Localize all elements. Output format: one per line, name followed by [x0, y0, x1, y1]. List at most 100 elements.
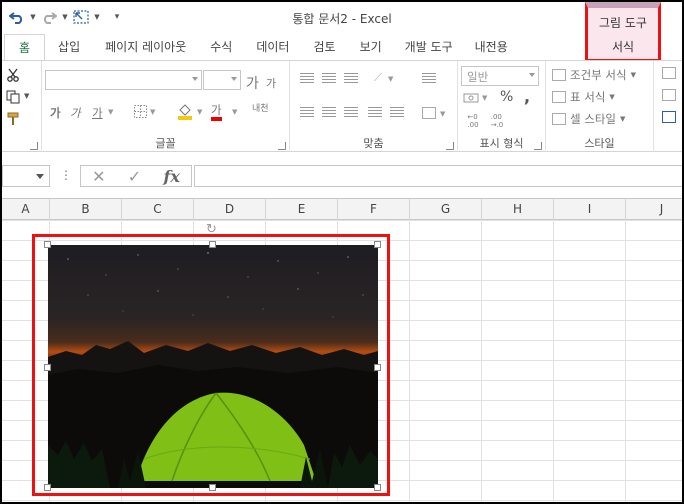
comma-button[interactable]: ,: [524, 87, 530, 106]
resize-handle-s[interactable]: [209, 484, 216, 491]
fill-color-icon[interactable]: [176, 101, 194, 121]
cell-styles-icon: [552, 113, 566, 125]
column-header-c[interactable]: C: [122, 199, 194, 220]
orientation-dropdown-icon[interactable]: ▼: [388, 75, 393, 83]
cell-styles-button[interactable]: 셀 스타일 ▼: [552, 111, 625, 127]
font-size-combo[interactable]: [203, 70, 241, 90]
resize-handle-e[interactable]: [374, 364, 381, 371]
insert-function-icon[interactable]: fx: [163, 167, 179, 186]
merge-center-icon[interactable]: [422, 107, 436, 119]
name-box[interactable]: [2, 165, 50, 187]
tab-format[interactable]: 서식: [588, 38, 658, 55]
formula-input[interactable]: [194, 165, 682, 187]
tab-home[interactable]: 홈: [4, 34, 46, 60]
enter-icon[interactable]: ✓: [128, 167, 141, 186]
percent-button[interactable]: %: [500, 89, 513, 105]
font-color-dropdown-icon[interactable]: ▼: [232, 108, 237, 116]
currency-icon[interactable]: [462, 89, 480, 107]
font-color-button[interactable]: 가: [211, 103, 222, 121]
number-launcher-icon[interactable]: [534, 142, 542, 150]
column-header-b[interactable]: B: [50, 199, 122, 220]
font-group-label: 글꼴: [155, 137, 176, 150]
resize-handle-nw[interactable]: [44, 241, 51, 248]
tab-page-layout[interactable]: 페이지 레이아웃: [93, 34, 198, 60]
resize-handle-ne[interactable]: [374, 241, 381, 248]
align-center-icon[interactable]: [322, 107, 336, 119]
grid-line: [625, 220, 626, 502]
title-bar: ▼ ▼ ▼ ▾ 통합 문서2 - Excel: [2, 2, 682, 34]
delete-cells-icon[interactable]: [662, 89, 676, 101]
borders-icon[interactable]: [132, 103, 148, 119]
top-align-icon[interactable]: [300, 73, 314, 85]
tab-insert[interactable]: 삽입: [45, 34, 93, 60]
column-header-j[interactable]: J: [626, 199, 682, 220]
format-as-table-button[interactable]: 표 서식 ▼: [552, 89, 615, 105]
alignment-launcher-icon[interactable]: [446, 142, 454, 150]
formula-buttons: ✕ ✓ fx: [80, 165, 192, 187]
font-launcher-icon[interactable]: [278, 142, 286, 150]
conditional-formatting-label: 조건부 서식: [570, 68, 627, 82]
align-left-icon[interactable]: [300, 107, 314, 119]
copy-icon[interactable]: [4, 89, 22, 105]
column-header-d[interactable]: D: [194, 199, 266, 220]
orientation-icon[interactable]: ⟋: [368, 69, 388, 87]
cancel-icon[interactable]: ✕: [92, 167, 105, 186]
column-header-a[interactable]: A: [2, 199, 50, 220]
bottom-align-icon[interactable]: [344, 73, 358, 85]
column-header-i[interactable]: I: [554, 199, 626, 220]
middle-align-icon[interactable]: [322, 73, 336, 85]
picture-tools-format-tab[interactable]: 그림 도구 서식: [585, 2, 661, 62]
borders-dropdown-icon[interactable]: ▼: [150, 108, 155, 116]
wrap-text-icon[interactable]: [422, 73, 436, 85]
copy-dropdown-icon[interactable]: ▼: [24, 92, 29, 100]
tab-view[interactable]: 보기: [348, 34, 394, 60]
styles-group: 조건부 서식 ▼ 표 서식 ▼ 셀 스타일 ▼ 스타일: [546, 61, 654, 153]
tab-review[interactable]: 검토: [301, 34, 347, 60]
column-header-h[interactable]: H: [482, 199, 554, 220]
fill-color-dropdown-icon[interactable]: ▼: [197, 108, 202, 116]
shrink-font-button[interactable]: 가: [266, 75, 276, 91]
tab-developer[interactable]: 개발 도구: [394, 34, 464, 60]
increase-decimal-icon[interactable]: ←0.00: [462, 111, 484, 131]
clipboard-launcher-icon[interactable]: [30, 142, 38, 150]
underline-dropdown-icon[interactable]: ▼: [108, 108, 113, 116]
increase-indent-icon[interactable]: [390, 107, 404, 119]
resize-handle-se[interactable]: [374, 484, 381, 491]
column-header-f[interactable]: F: [338, 199, 410, 220]
align-right-icon[interactable]: [344, 107, 358, 119]
styles-group-label: 스타일: [584, 137, 615, 150]
decrease-decimal-icon[interactable]: .00 →.0: [486, 111, 508, 131]
underline-button[interactable]: 가: [92, 105, 103, 121]
merge-dropdown-icon[interactable]: ▼: [440, 110, 445, 118]
column-header-e[interactable]: E: [266, 199, 338, 220]
font-name-combo[interactable]: [45, 70, 202, 90]
picture-selection-highlight: [32, 234, 390, 496]
chevron-down-icon: ▼: [630, 71, 636, 79]
formula-bar-splitter[interactable]: ⋮: [60, 168, 72, 182]
format-cells-icon[interactable]: [662, 111, 676, 123]
resize-handle-w[interactable]: [44, 364, 51, 371]
tab-formulas[interactable]: 수식: [198, 34, 244, 60]
currency-dropdown-icon[interactable]: ▼: [482, 94, 487, 102]
resize-handle-sw[interactable]: [44, 484, 51, 491]
tab-custom[interactable]: 내전용: [464, 34, 519, 60]
format-painter-icon[interactable]: [4, 111, 22, 127]
number-group: 일반 ▼ % , ←0.00 .00 →.0 표시 형식: [458, 61, 546, 153]
grow-font-button[interactable]: 가: [246, 73, 259, 93]
column-header-g[interactable]: G: [410, 199, 482, 220]
tab-data[interactable]: 데이터: [244, 34, 301, 60]
column-headers: A B C D E F G H I J: [2, 198, 682, 220]
formula-bar: ⋮ ✕ ✓ fx: [2, 152, 682, 198]
decrease-indent-icon[interactable]: [368, 107, 382, 119]
alignment-group-label: 맞춤: [363, 137, 384, 150]
resize-handle-n[interactable]: [209, 241, 216, 248]
insert-cells-icon[interactable]: [662, 67, 676, 79]
number-format-combo[interactable]: 일반: [461, 66, 539, 86]
bold-button[interactable]: 가: [50, 105, 61, 121]
grid-line: [409, 220, 410, 502]
italic-button[interactable]: 가: [70, 105, 81, 121]
conditional-formatting-button[interactable]: 조건부 서식 ▼: [552, 67, 636, 83]
number-group-label: 표시 형식: [479, 137, 524, 150]
cut-icon[interactable]: [4, 67, 22, 83]
phonetic-button[interactable]: 내천: [252, 101, 269, 114]
